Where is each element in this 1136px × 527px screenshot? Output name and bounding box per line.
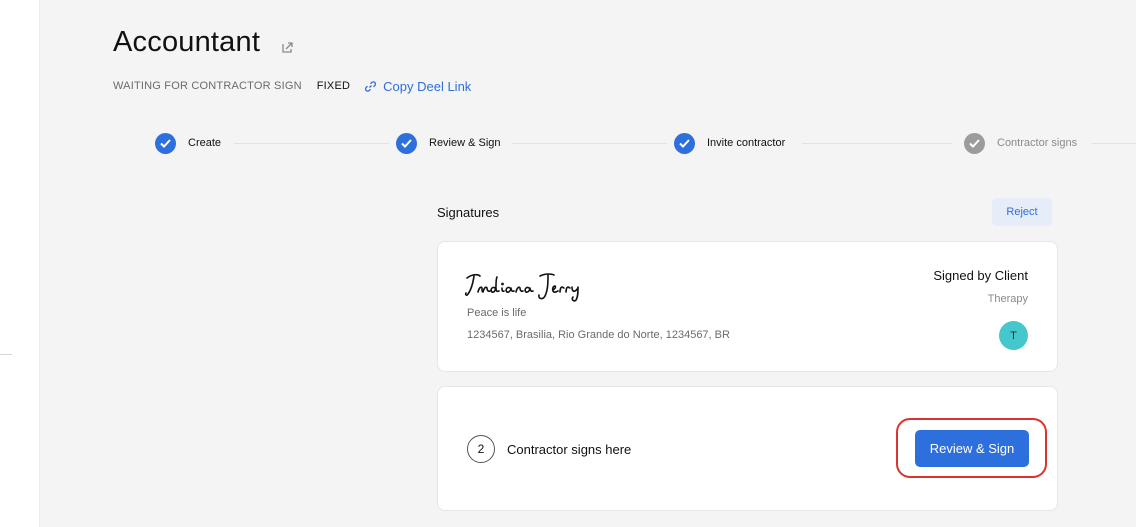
contract-type-badge: FIXED bbox=[316, 80, 351, 92]
status-row: WAITING FOR CONTRACTOR SIGN FIXED Copy D… bbox=[113, 78, 471, 94]
stepper-connector bbox=[1092, 143, 1136, 144]
copy-deel-link[interactable]: Copy Deel Link bbox=[364, 79, 471, 94]
signer-address: 1234567, Brasilia, Rio Grande do Norte, … bbox=[467, 329, 730, 341]
signed-by-label: Signed by Client bbox=[933, 268, 1028, 283]
client-signature-card: Peace is life 1234567, Brasilia, Rio Gra… bbox=[437, 241, 1058, 372]
contract-status: WAITING FOR CONTRACTOR SIGN bbox=[113, 80, 302, 92]
highlight-annotation bbox=[896, 418, 1047, 478]
left-panel bbox=[0, 0, 40, 527]
step-label: Review & Sign bbox=[429, 137, 501, 149]
check-circle-icon bbox=[155, 132, 176, 154]
check-circle-icon bbox=[396, 132, 417, 154]
stepper-connector bbox=[512, 143, 667, 144]
step-label: Create bbox=[188, 137, 222, 149]
external-edit-icon[interactable] bbox=[282, 40, 294, 53]
stepper-connector bbox=[802, 143, 952, 144]
signer-company: Therapy bbox=[987, 293, 1028, 305]
link-icon bbox=[365, 80, 377, 92]
check-circle-icon bbox=[964, 132, 985, 154]
check-circle-icon bbox=[674, 132, 695, 154]
page-title: Accountant bbox=[113, 26, 261, 58]
step-create: Create bbox=[155, 132, 222, 154]
step-label: Contractor signs bbox=[997, 137, 1078, 149]
contractor-sign-prompt: Contractor signs here bbox=[507, 442, 632, 457]
signatures-heading: Signatures bbox=[437, 205, 500, 220]
step-invite-contractor: Invite contractor bbox=[674, 132, 786, 154]
step-review-sign: Review & Sign bbox=[396, 132, 501, 154]
reject-button[interactable]: Reject bbox=[992, 198, 1052, 226]
avatar: T bbox=[999, 321, 1028, 350]
client-signature bbox=[464, 273, 579, 302]
left-divider bbox=[0, 354, 12, 355]
signer-job-title: Peace is life bbox=[467, 307, 527, 319]
step-number-badge: 2 bbox=[467, 435, 495, 463]
stepper-connector bbox=[234, 143, 389, 144]
copy-link-label: Copy Deel Link bbox=[383, 78, 472, 94]
step-contractor-signs: Contractor signs bbox=[964, 132, 1078, 154]
step-label: Invite contractor bbox=[707, 137, 786, 149]
